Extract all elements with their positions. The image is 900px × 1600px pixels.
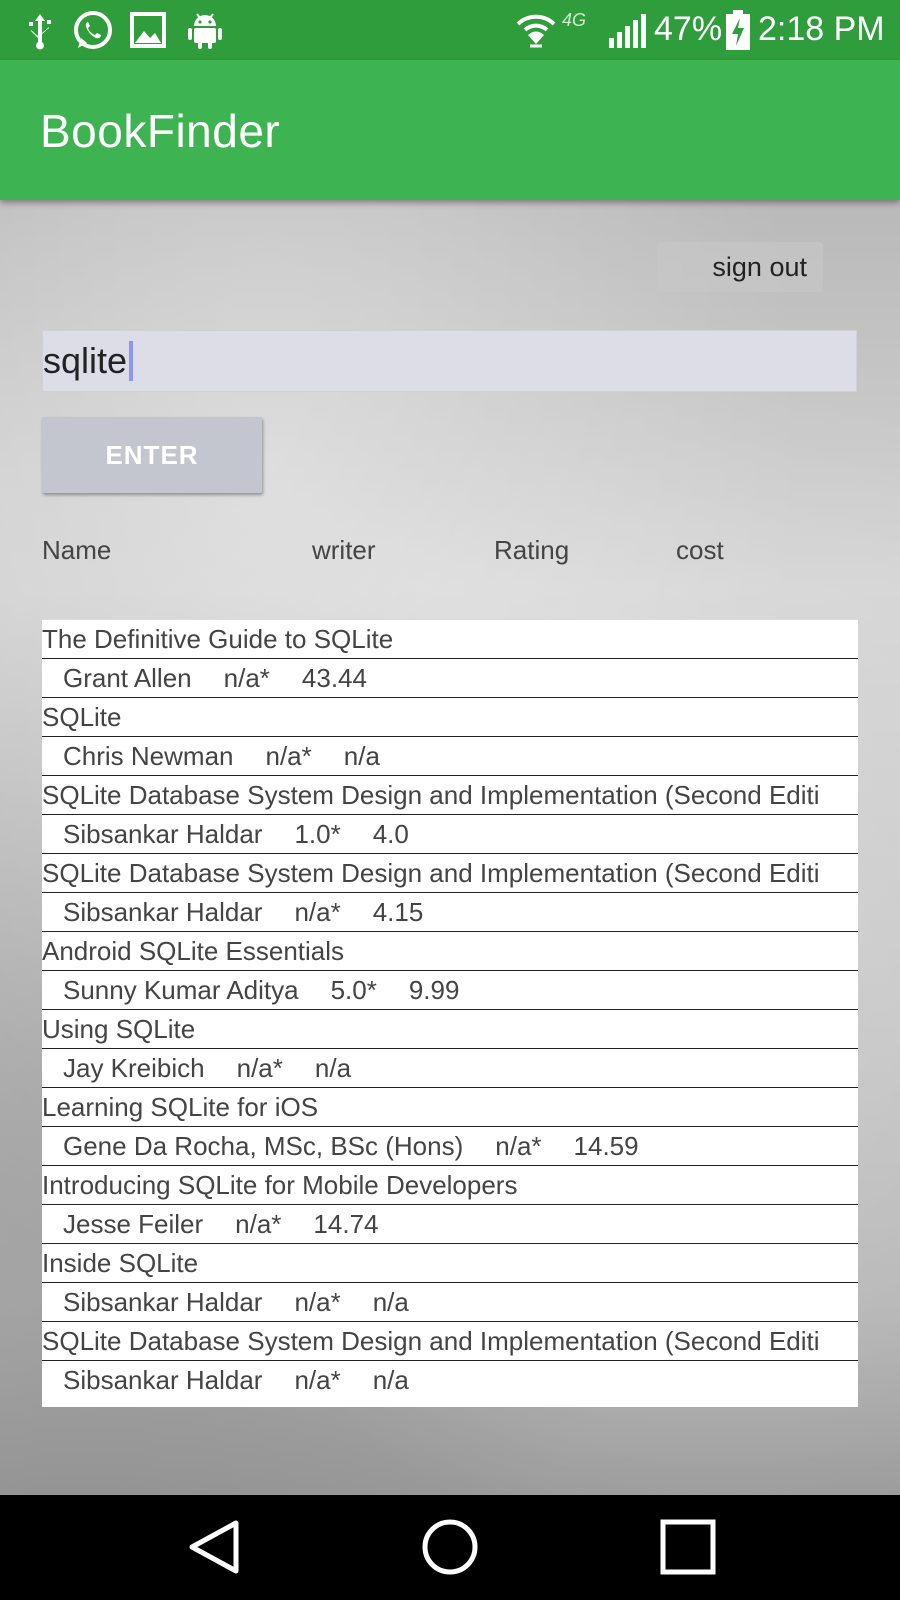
- clock: 2:18 PM: [758, 10, 885, 48]
- book-writer: Gene Da Rocha, MSc, BSc (Hons): [63, 1131, 464, 1161]
- network-type: 4G: [562, 10, 587, 30]
- book-writer: Sibsankar Haldar: [63, 1365, 263, 1395]
- text-cursor: [129, 341, 134, 381]
- book-cost: n/a: [372, 1365, 409, 1395]
- list-item[interactable]: Learning SQLite for iOS Gene Da Rocha, M…: [42, 1087, 858, 1165]
- app-title: BookFinder: [40, 105, 281, 157]
- book-details: Sibsankar Haldar n/a* 4.15: [42, 893, 858, 931]
- column-header-name: Name: [42, 535, 112, 565]
- book-writer: Jesse Feiler: [63, 1209, 204, 1239]
- book-writer: Jay Kreibich: [63, 1053, 205, 1083]
- book-details: Sibsankar Haldar 1.0* 4.0: [42, 815, 858, 853]
- results-list[interactable]: The Definitive Guide to SQLite Grant All…: [42, 619, 858, 1407]
- book-title: Introducing SQLite for Mobile Developers: [42, 1166, 858, 1205]
- list-item[interactable]: SQLite Database System Design and Implem…: [42, 1321, 858, 1399]
- book-rating: 1.0*: [294, 819, 341, 849]
- book-details: Jesse Feiler n/a* 14.74: [42, 1205, 858, 1243]
- book-details: Sibsankar Haldar n/a* n/a: [42, 1361, 858, 1399]
- navigation-bar: [0, 1495, 900, 1600]
- book-cost: 4.15: [372, 897, 424, 927]
- app-bar: BookFinder: [0, 60, 900, 200]
- recents-icon[interactable]: [660, 1519, 716, 1575]
- book-writer: Chris Newman: [63, 741, 234, 771]
- book-writer: Sibsankar Haldar: [63, 819, 263, 849]
- usb-icon: [29, 14, 51, 50]
- book-rating: n/a*: [294, 1365, 341, 1395]
- list-item[interactable]: SQLite Database System Design and Implem…: [42, 853, 858, 931]
- book-title: SQLite Database System Design and Implem…: [42, 1322, 858, 1361]
- enter-button[interactable]: ENTER: [42, 417, 262, 493]
- book-writer: Sunny Kumar Aditya: [63, 975, 299, 1005]
- list-item[interactable]: The Definitive Guide to SQLite Grant All…: [42, 619, 858, 697]
- image-icon: [130, 12, 166, 48]
- battery-charging-icon: [726, 10, 750, 50]
- book-rating: 5.0*: [330, 975, 377, 1005]
- book-writer: Sibsankar Haldar: [63, 897, 263, 927]
- book-title: Android SQLite Essentials: [42, 932, 858, 971]
- column-header-cost: cost: [676, 535, 724, 565]
- book-cost: 14.59: [573, 1131, 639, 1161]
- book-cost: 4.0: [372, 819, 409, 849]
- status-bar: 4G 47% 2:18 PM: [0, 0, 900, 60]
- search-input[interactable]: sqlite: [42, 330, 857, 392]
- book-cost: n/a: [372, 1287, 409, 1317]
- book-details: Gene Da Rocha, MSc, BSc (Hons) n/a* 14.59: [42, 1127, 858, 1165]
- book-writer: Grant Allen: [63, 663, 192, 693]
- book-title: SQLite: [42, 698, 858, 737]
- column-header-writer: writer: [312, 535, 376, 565]
- book-title: SQLite Database System Design and Implem…: [42, 776, 858, 815]
- book-rating: n/a*: [495, 1131, 542, 1161]
- book-title: Inside SQLite: [42, 1244, 858, 1283]
- sign-out-button[interactable]: sign out: [657, 242, 823, 292]
- list-item[interactable]: Android SQLite Essentials Sunny Kumar Ad…: [42, 931, 858, 1009]
- home-icon[interactable]: [420, 1517, 480, 1577]
- book-cost: n/a: [314, 1053, 352, 1083]
- list-item[interactable]: Inside SQLite Sibsankar Haldar n/a* n/a: [42, 1243, 858, 1321]
- list-item[interactable]: SQLite Chris Newman n/a* n/a: [42, 697, 858, 775]
- signal-icon: [609, 14, 646, 48]
- book-details: Grant Allen n/a* 43.44: [42, 659, 858, 697]
- book-rating: n/a*: [265, 741, 312, 771]
- main-content: sign out sqlite ENTER Name writer Rating…: [0, 200, 900, 1495]
- book-rating: n/a*: [235, 1209, 282, 1239]
- book-rating: n/a*: [223, 663, 270, 693]
- book-rating: n/a*: [236, 1053, 283, 1083]
- book-cost: 43.44: [301, 663, 367, 693]
- book-details: Sunny Kumar Aditya 5.0* 9.99: [42, 971, 858, 1009]
- back-icon[interactable]: [186, 1517, 242, 1577]
- column-header-rating: Rating: [494, 535, 570, 565]
- book-details: Sibsankar Haldar n/a* n/a: [42, 1283, 858, 1321]
- search-input-value: sqlite: [43, 340, 128, 381]
- book-writer: Sibsankar Haldar: [63, 1287, 263, 1317]
- android-icon: [188, 13, 222, 49]
- whatsapp-icon: [74, 11, 112, 49]
- wifi-icon: [516, 14, 556, 48]
- book-title: Learning SQLite for iOS: [42, 1088, 858, 1127]
- battery-percent: 47%: [654, 10, 723, 48]
- book-rating: n/a*: [294, 897, 341, 927]
- book-cost: 9.99: [408, 975, 460, 1005]
- list-item[interactable]: Introducing SQLite for Mobile Developers…: [42, 1165, 858, 1243]
- book-title: Using SQLite: [42, 1010, 858, 1049]
- book-title: The Definitive Guide to SQLite: [42, 620, 858, 659]
- book-details: Jay Kreibich n/a* n/a: [42, 1049, 858, 1087]
- book-details: Chris Newman n/a* n/a: [42, 737, 858, 775]
- book-rating: n/a*: [294, 1287, 341, 1317]
- book-cost: n/a: [343, 741, 380, 771]
- book-title: SQLite Database System Design and Implem…: [42, 854, 858, 893]
- list-item[interactable]: SQLite Database System Design and Implem…: [42, 775, 858, 853]
- list-item[interactable]: Using SQLite Jay Kreibich n/a* n/a: [42, 1009, 858, 1087]
- book-cost: 14.74: [313, 1209, 379, 1239]
